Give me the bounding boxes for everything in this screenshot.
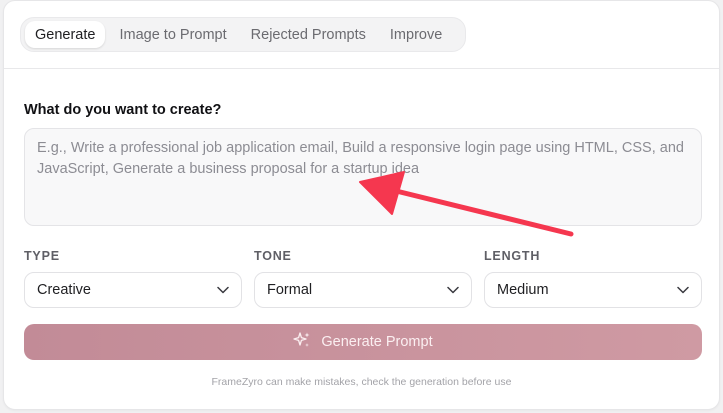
tone-select[interactable]: Formal (254, 272, 472, 308)
tab-bar: Generate Image to Prompt Rejected Prompt… (20, 17, 466, 52)
disclaimer-text: FrameZyro can make mistakes, check the g… (211, 376, 512, 388)
tab-generate[interactable]: Generate (25, 21, 106, 48)
type-select-value: Creative (37, 282, 91, 298)
chevron-down-icon (217, 286, 229, 294)
prompt-question-label: What do you want to create? (24, 102, 222, 118)
length-select[interactable]: Medium (484, 272, 702, 308)
prompt-input[interactable] (24, 128, 702, 226)
sparkles-icon (293, 331, 311, 353)
type-select[interactable]: Creative (24, 272, 242, 308)
header-divider (4, 68, 719, 69)
type-label: TYPE (24, 249, 60, 263)
generator-card: Generate Image to Prompt Rejected Prompt… (3, 0, 720, 410)
chevron-down-icon (677, 286, 689, 294)
tab-rejected-prompts[interactable]: Rejected Prompts (241, 21, 376, 48)
generate-prompt-label: Generate Prompt (321, 334, 433, 350)
chevron-down-icon (447, 286, 459, 294)
length-label: LENGTH (484, 249, 541, 263)
generate-prompt-button[interactable]: Generate Prompt (24, 324, 702, 360)
tab-improve[interactable]: Improve (380, 21, 452, 48)
tone-label: TONE (254, 249, 292, 263)
tone-select-value: Formal (267, 282, 313, 298)
length-select-value: Medium (497, 282, 549, 298)
tab-image-to-prompt[interactable]: Image to Prompt (109, 21, 236, 48)
